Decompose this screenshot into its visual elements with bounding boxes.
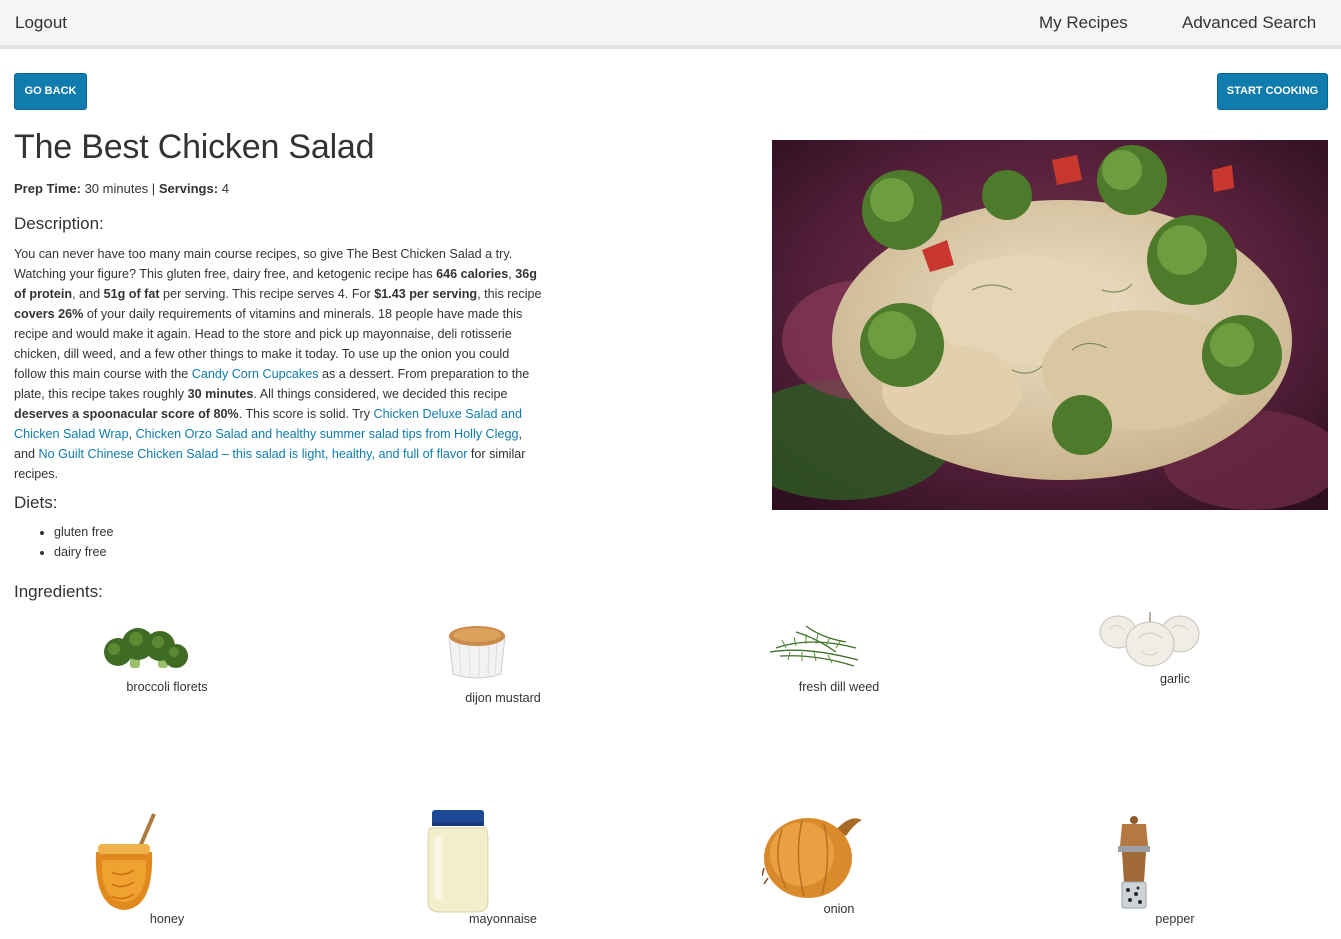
ingredient-item[interactable]: honey: [52, 808, 282, 934]
ingredient-name: dijon mustard: [465, 691, 541, 705]
score-value: deserves a spoonacular score of 80%: [14, 407, 239, 421]
description-heading: Description:: [14, 214, 104, 233]
start-cooking-button[interactable]: START COOKING: [1217, 73, 1328, 110]
chicken-orzo-salad-link[interactable]: Chicken Orzo Salad and healthy summer sa…: [136, 427, 519, 441]
diets-heading: Diets:: [14, 493, 58, 512]
servings-value: 4: [221, 181, 229, 196]
diet-item: gluten free: [54, 522, 114, 542]
broccoli-icon: [104, 628, 188, 668]
honey-icon: [95, 813, 156, 910]
coverage-value: covers 26%: [14, 307, 84, 321]
ingredient-item[interactable]: garlic: [1060, 606, 1290, 696]
description-text: , this recipe: [477, 287, 542, 301]
recipe-description: You can never have too many main course …: [14, 244, 544, 484]
prep-time-value: 30 minutes: [84, 181, 149, 196]
ingredient-name: pepper: [1155, 912, 1195, 926]
description-text: ,: [128, 427, 136, 441]
diet-item: dairy free: [54, 542, 114, 562]
my-recipes-link[interactable]: My Recipes: [1039, 13, 1128, 33]
ingredient-item[interactable]: broccoli florets: [52, 614, 282, 704]
ingredient-item[interactable]: dijon mustard: [388, 614, 618, 714]
ingredient-item[interactable]: onion: [724, 808, 954, 928]
garlic-icon: [1099, 612, 1200, 667]
description-text: , and: [72, 287, 104, 301]
prep-time-label: Prep Time:: [14, 181, 81, 196]
ingredient-name: fresh dill weed: [798, 680, 880, 694]
recipe-meta: Prep Time: 30 minutes | Servings: 4: [14, 181, 229, 196]
advanced-search-link[interactable]: Advanced Search: [1182, 13, 1316, 33]
description-text: . This score is solid. Try: [238, 407, 374, 421]
logout-link[interactable]: Logout: [15, 13, 67, 33]
ingredient-item[interactable]: fresh dill weed: [724, 614, 954, 704]
ingredient-name: onion: [823, 902, 855, 916]
servings-label: Servings:: [158, 181, 219, 196]
description-text: per serving. This recipe serves 4. For: [159, 287, 375, 301]
go-back-button[interactable]: GO BACK: [14, 73, 87, 110]
meta-separator: |: [151, 181, 156, 196]
ingredient-name: garlic: [1159, 672, 1191, 686]
dill-icon: [769, 625, 859, 667]
ingredients-heading: Ingredients:: [14, 582, 103, 601]
time-value: 30 minutes: [187, 387, 254, 401]
description-text: . All things considered, we decided this…: [253, 387, 508, 401]
ingredient-item[interactable]: pepper: [1060, 808, 1290, 934]
top-navbar: Logout My Recipes Advanced Search: [0, 0, 1341, 49]
fat-value: 51g of fat: [103, 287, 160, 301]
price-value: $1.43 per serving: [374, 287, 478, 301]
pepper-mill-icon: [1118, 816, 1150, 909]
recipe-photo: [772, 140, 1328, 510]
chinese-chicken-salad-link[interactable]: No Guilt Chinese Chicken Salad – this sa…: [39, 447, 468, 461]
ingredient-name: mayonnaise: [469, 912, 537, 926]
ingredient-item[interactable]: mayonnaise: [388, 808, 618, 934]
calories-value: 646 calories: [436, 267, 509, 281]
onion-icon: [762, 818, 862, 898]
ingredient-name: broccoli florets: [126, 680, 208, 694]
ingredient-name: honey: [149, 912, 185, 926]
mustard-icon: [448, 626, 506, 679]
diets-list: gluten free dairy free: [54, 522, 114, 562]
candy-corn-cupcakes-link[interactable]: Candy Corn Cupcakes: [192, 367, 319, 381]
recipe-title: The Best Chicken Salad: [14, 128, 375, 166]
mayonnaise-icon: [427, 810, 489, 913]
